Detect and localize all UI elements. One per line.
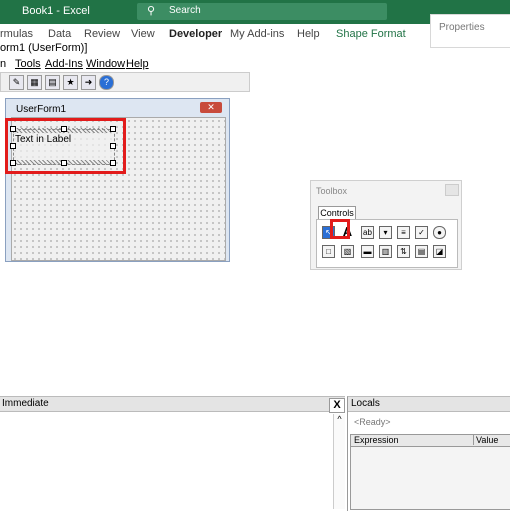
scrollbar-icon[interactable]: ▤ xyxy=(415,245,428,258)
properties-pane-header: Properties xyxy=(430,14,510,48)
menu-window[interactable]: Window xyxy=(86,58,125,70)
tab-shape-format[interactable]: Shape Format xyxy=(336,28,406,40)
menu-run[interactable]: n xyxy=(0,58,6,70)
vbe-window-caption: orm1 (UserForm)] xyxy=(0,42,88,54)
highlight-box-label xyxy=(5,118,126,174)
checkbox-icon[interactable]: ✓ xyxy=(415,226,428,239)
tab-review[interactable]: Review xyxy=(84,28,120,40)
search-placeholder: Search xyxy=(169,5,201,16)
frame-icon[interactable]: ▧ xyxy=(341,245,354,258)
combobox-icon[interactable]: ▾ xyxy=(379,226,392,239)
image-icon[interactable]: ◪ xyxy=(433,245,446,258)
toolbox-close-button[interactable] xyxy=(445,184,459,196)
menu-help[interactable]: Help xyxy=(126,58,149,70)
userform-title: UserForm1 xyxy=(16,104,67,115)
textbox-icon[interactable]: ab xyxy=(361,226,374,239)
multipage-icon[interactable]: ⇅ xyxy=(397,245,410,258)
tab-data[interactable]: Data xyxy=(48,28,71,40)
toggle-button-icon[interactable]: □ xyxy=(322,245,335,258)
tab-view[interactable]: View xyxy=(131,28,155,40)
immediate-caption: Immediate xyxy=(0,397,345,412)
immediate-title: Immediate xyxy=(2,398,49,409)
close-icon[interactable]: X xyxy=(329,398,345,413)
locals-table[interactable]: Expression Value xyxy=(350,434,510,510)
search-icon: ⚲ xyxy=(147,5,156,17)
menu-add-ins[interactable]: Add-Ins xyxy=(45,58,83,70)
immediate-window[interactable]: Immediate X ^ xyxy=(0,396,345,511)
properties-title: Properties xyxy=(439,22,485,33)
vbe-menu-bar: n Tools Add-Ins Window Help xyxy=(0,56,510,72)
tab-help[interactable]: Help xyxy=(297,28,320,40)
highlight-box-label-tool xyxy=(330,219,350,239)
listbox-icon[interactable]: ≡ xyxy=(397,226,410,239)
tab-developer[interactable]: Developer xyxy=(169,28,222,40)
command-button-icon[interactable]: ▬ xyxy=(361,245,374,258)
locals-window[interactable]: Locals <Ready> Expression Value xyxy=(347,396,510,511)
tab-my-add-ins[interactable]: My Add-ins xyxy=(230,28,284,40)
tab-formulas[interactable]: rmulas xyxy=(0,28,33,40)
design-mode-icon[interactable]: ✎ xyxy=(9,75,24,90)
toolbox-icon[interactable]: ➜ xyxy=(81,75,96,90)
help-icon[interactable]: ? xyxy=(99,75,114,90)
column-value[interactable]: Value xyxy=(473,435,498,445)
vbe-toolbar: ✎ ▦ ▤ ★ ➜ ? xyxy=(0,72,250,92)
excel-search-box[interactable]: ⚲ Search xyxy=(137,3,387,20)
scroll-up-icon[interactable]: ^ xyxy=(337,414,341,424)
locals-caption: Locals xyxy=(348,397,510,412)
column-expression[interactable]: Expression xyxy=(354,435,399,445)
locals-title: Locals xyxy=(351,398,380,409)
locals-status: <Ready> xyxy=(354,417,391,427)
project-explorer-icon[interactable]: ▦ xyxy=(27,75,42,90)
tab-controls[interactable]: Controls xyxy=(318,206,356,220)
toolbox-title: Toolbox xyxy=(316,186,348,196)
option-button-icon[interactable]: ● xyxy=(433,226,446,239)
properties-window-icon[interactable]: ▤ xyxy=(45,75,60,90)
excel-window-title: Book1 - Excel xyxy=(22,5,90,17)
tabstrip-icon[interactable]: ▥ xyxy=(379,245,392,258)
object-browser-icon[interactable]: ★ xyxy=(63,75,78,90)
locals-table-header: Expression Value xyxy=(351,435,510,447)
close-icon[interactable]: ✕ xyxy=(200,102,222,113)
vertical-scrollbar[interactable]: ^ xyxy=(333,414,345,509)
menu-tools[interactable]: Tools xyxy=(15,58,41,70)
